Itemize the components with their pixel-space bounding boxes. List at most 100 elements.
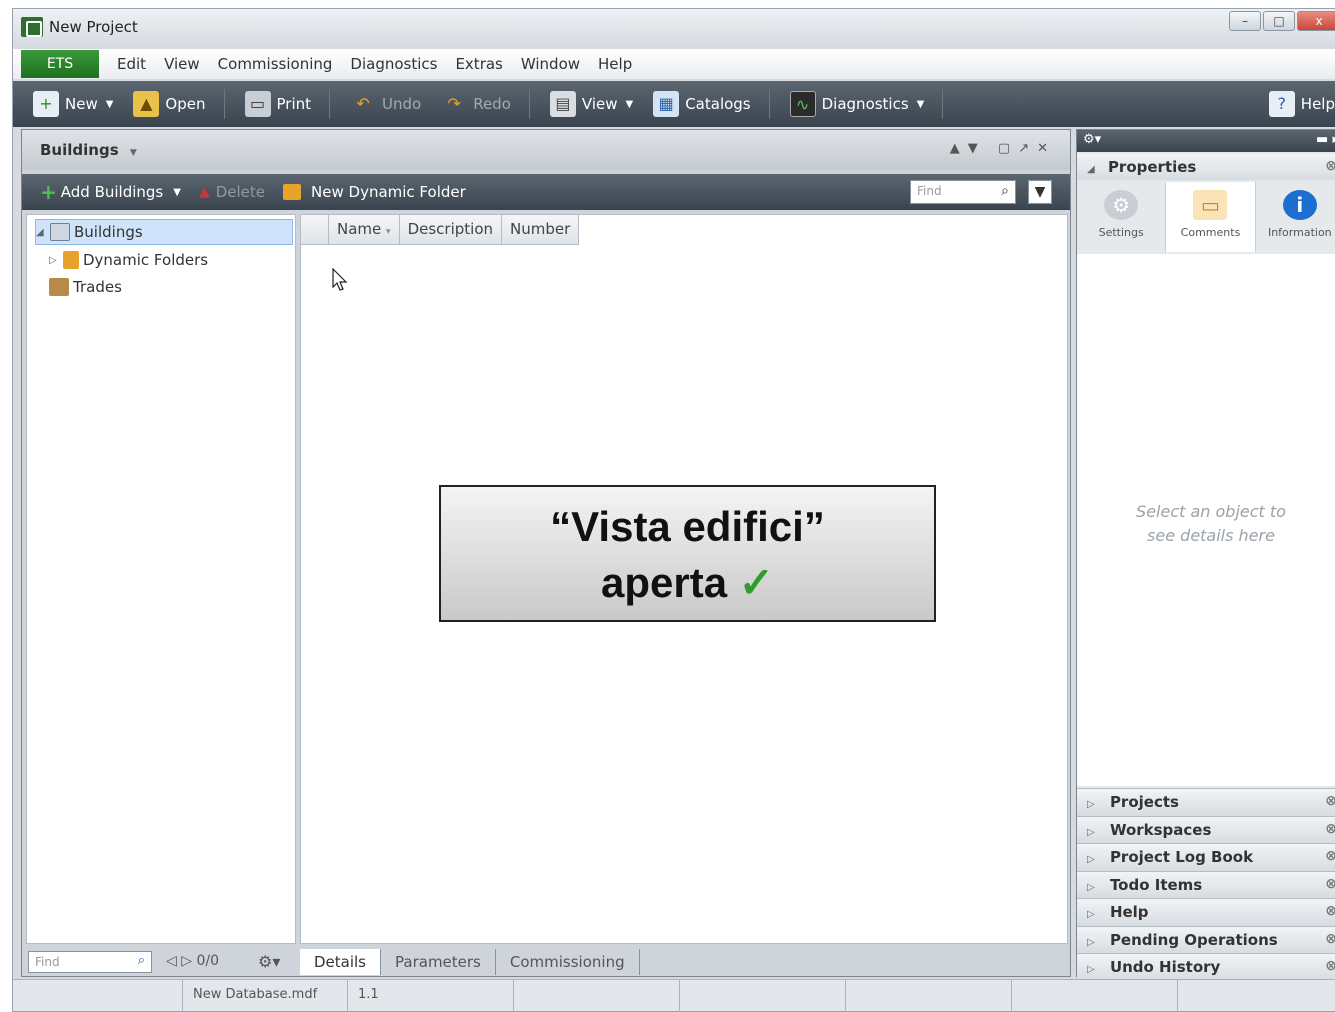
expand-arrow-icon[interactable]: ◢	[36, 227, 50, 238]
search-icon[interactable]: ⌕	[1001, 183, 1009, 199]
collapsed-arrow-icon[interactable]: ▷	[49, 255, 63, 266]
section-help[interactable]: ▷ Help ⊗	[1077, 898, 1335, 926]
delete-button[interactable]: ▲ Delete	[199, 183, 265, 201]
redo-button[interactable]: ↷ Redo	[441, 91, 511, 117]
toolbar-separator	[768, 89, 770, 119]
open-button[interactable]: ▲ Open	[133, 91, 206, 117]
menu-extras[interactable]: Extras	[455, 55, 502, 73]
properties-title: Properties	[1107, 158, 1197, 176]
section-label: Project Log Book	[1109, 848, 1254, 866]
open-label: Open	[165, 95, 206, 113]
gear-icon[interactable]: ⚙▾	[258, 952, 280, 971]
tab-comments-label: Comments	[1180, 226, 1241, 239]
maximize-button[interactable]: □	[1263, 11, 1295, 31]
menu-commissioning[interactable]: Commissioning	[218, 55, 333, 73]
pane-bottom-bar: Find ⌕ ◁ ▷ 0/0 ⚙▾ Details Parameters Com…	[22, 948, 1070, 976]
callout-line-2-text: aperta	[601, 559, 728, 606]
close-icon[interactable]: ⊗	[1325, 158, 1335, 174]
tab-details[interactable]: Details	[300, 949, 382, 975]
tab-information[interactable]: i Information	[1256, 182, 1335, 252]
status-database: New Database.mdf	[183, 980, 348, 1012]
diagnostics-button[interactable]: ∿ Diagnostics ▼	[789, 91, 924, 117]
catalogs-label: Catalogs	[685, 95, 751, 113]
section-todo-items[interactable]: ▷ Todo Items ⊗	[1077, 870, 1335, 898]
close-icon[interactable]: ⊗	[1325, 821, 1335, 837]
close-button[interactable]: x	[1297, 11, 1335, 31]
bottom-find-input[interactable]: Find ⌕	[28, 951, 152, 973]
column-description[interactable]: Description	[400, 215, 503, 245]
filter-button[interactable]: ▼	[1028, 180, 1052, 204]
dropdown-arrow-icon: ▼	[173, 186, 181, 198]
undo-button[interactable]: ↶ Undo	[350, 91, 421, 117]
new-document-icon: +	[33, 91, 59, 117]
tree-item-dynamic-folders[interactable]: ▷ Dynamic Folders	[49, 247, 208, 273]
tree-item-buildings[interactable]: ◢ Buildings	[35, 219, 293, 245]
properties-header[interactable]: ◢ Properties ⊗	[1077, 154, 1335, 180]
panel-sections: ▷ Projects ⊗ ▷ Workspaces ⊗ ▷ Project Lo…	[1077, 788, 1335, 981]
main-toolbar: + New ▼ ▲ Open ▭ Print ↶ Undo ↷ Redo ▤ V…	[13, 81, 1335, 127]
close-icon[interactable]: ⊗	[1325, 876, 1335, 892]
section-workspaces[interactable]: ▷ Workspaces ⊗	[1077, 815, 1335, 843]
gear-icon[interactable]: ⚙▾	[1083, 132, 1101, 147]
catalogs-button[interactable]: ▦ Catalogs	[653, 91, 751, 117]
menu-view[interactable]: View	[164, 55, 200, 73]
new-label: New	[65, 95, 98, 113]
column-name-label: Name	[337, 220, 382, 238]
section-label: Workspaces	[1109, 820, 1212, 839]
find-input[interactable]: Find ⌕	[910, 180, 1016, 204]
close-icon[interactable]: ⊗	[1325, 848, 1335, 864]
previous-icon[interactable]: ◁	[166, 953, 177, 969]
print-button[interactable]: ▭ Print	[244, 91, 311, 117]
tab-comments[interactable]: ▭ Comments	[1166, 182, 1256, 252]
toolbar-separator	[223, 89, 225, 119]
next-icon[interactable]: ▷	[181, 953, 192, 969]
menu-window[interactable]: Window	[521, 55, 580, 73]
add-buildings-button[interactable]: + Add Buildings ▼	[40, 180, 181, 204]
help-label: Help	[1300, 95, 1335, 113]
callout-line-1: “Vista edifici”	[550, 503, 825, 550]
menu-help[interactable]: Help	[598, 55, 632, 73]
close-icon[interactable]: ⊗	[1325, 958, 1335, 974]
pane-header: Buildings ▼ ▲▼ ▢↗✕	[22, 130, 1070, 170]
minimize-button[interactable]: –	[1229, 11, 1261, 31]
menu-ets[interactable]: ETS	[21, 50, 99, 78]
column-name[interactable]: Name ▾	[329, 215, 400, 245]
pane-title[interactable]: Buildings ▼	[40, 141, 137, 159]
panel-controls-icon[interactable]: ▬ ▸	[1316, 132, 1335, 147]
view-icon: ▤	[549, 91, 576, 117]
pager: ◁ ▷ 0/0	[166, 953, 219, 969]
search-icon[interactable]: ⌕	[138, 953, 145, 968]
section-pending-operations[interactable]: ▷ Pending Operations ⊗	[1077, 925, 1335, 953]
section-project-log-book[interactable]: ▷ Project Log Book ⊗	[1077, 843, 1335, 871]
title-bar: New Project – □ x	[13, 9, 1335, 47]
help-button[interactable]: ? Help	[1268, 91, 1335, 117]
find-placeholder: Find	[917, 184, 942, 198]
collapsed-arrow-icon: ▷	[1087, 936, 1095, 948]
section-projects[interactable]: ▷ Projects ⊗	[1077, 788, 1335, 816]
redo-label: Redo	[473, 95, 511, 113]
close-icon[interactable]: ⊗	[1325, 903, 1335, 919]
print-icon: ▭	[244, 91, 271, 117]
menu-edit[interactable]: Edit	[117, 55, 146, 73]
tab-parameters[interactable]: Parameters	[381, 949, 496, 975]
tab-settings[interactable]: ⚙ Settings	[1077, 182, 1167, 252]
close-icon[interactable]: ⊗	[1325, 931, 1335, 947]
pane-title-label: Buildings	[40, 141, 119, 159]
collapsed-arrow-icon: ▷	[1087, 826, 1095, 838]
tree-item-trades[interactable]: Trades	[49, 274, 122, 300]
new-dynamic-folder-button[interactable]: New Dynamic Folder	[283, 183, 466, 201]
column-number[interactable]: Number	[502, 215, 580, 245]
pane-controls[interactable]: ▲▼ ▢↗✕	[950, 141, 1056, 156]
tab-settings-label: Settings	[1098, 226, 1144, 239]
collapsed-arrow-icon: ▷	[1087, 909, 1095, 920]
status-cell-empty	[846, 980, 1012, 1012]
tab-commissioning[interactable]: Commissioning	[496, 949, 640, 975]
close-icon[interactable]: ⊗	[1325, 793, 1335, 809]
hint-line-1: Select an object to	[1136, 502, 1286, 521]
section-undo-history[interactable]: ▷ Undo History ⊗	[1077, 953, 1335, 981]
dynamic-folder-icon	[283, 184, 302, 200]
menu-diagnostics[interactable]: Diagnostics	[350, 55, 437, 73]
info-icon: i	[1282, 190, 1317, 220]
view-button[interactable]: ▤ View ▼	[549, 91, 633, 117]
new-button[interactable]: + New ▼	[33, 91, 113, 117]
